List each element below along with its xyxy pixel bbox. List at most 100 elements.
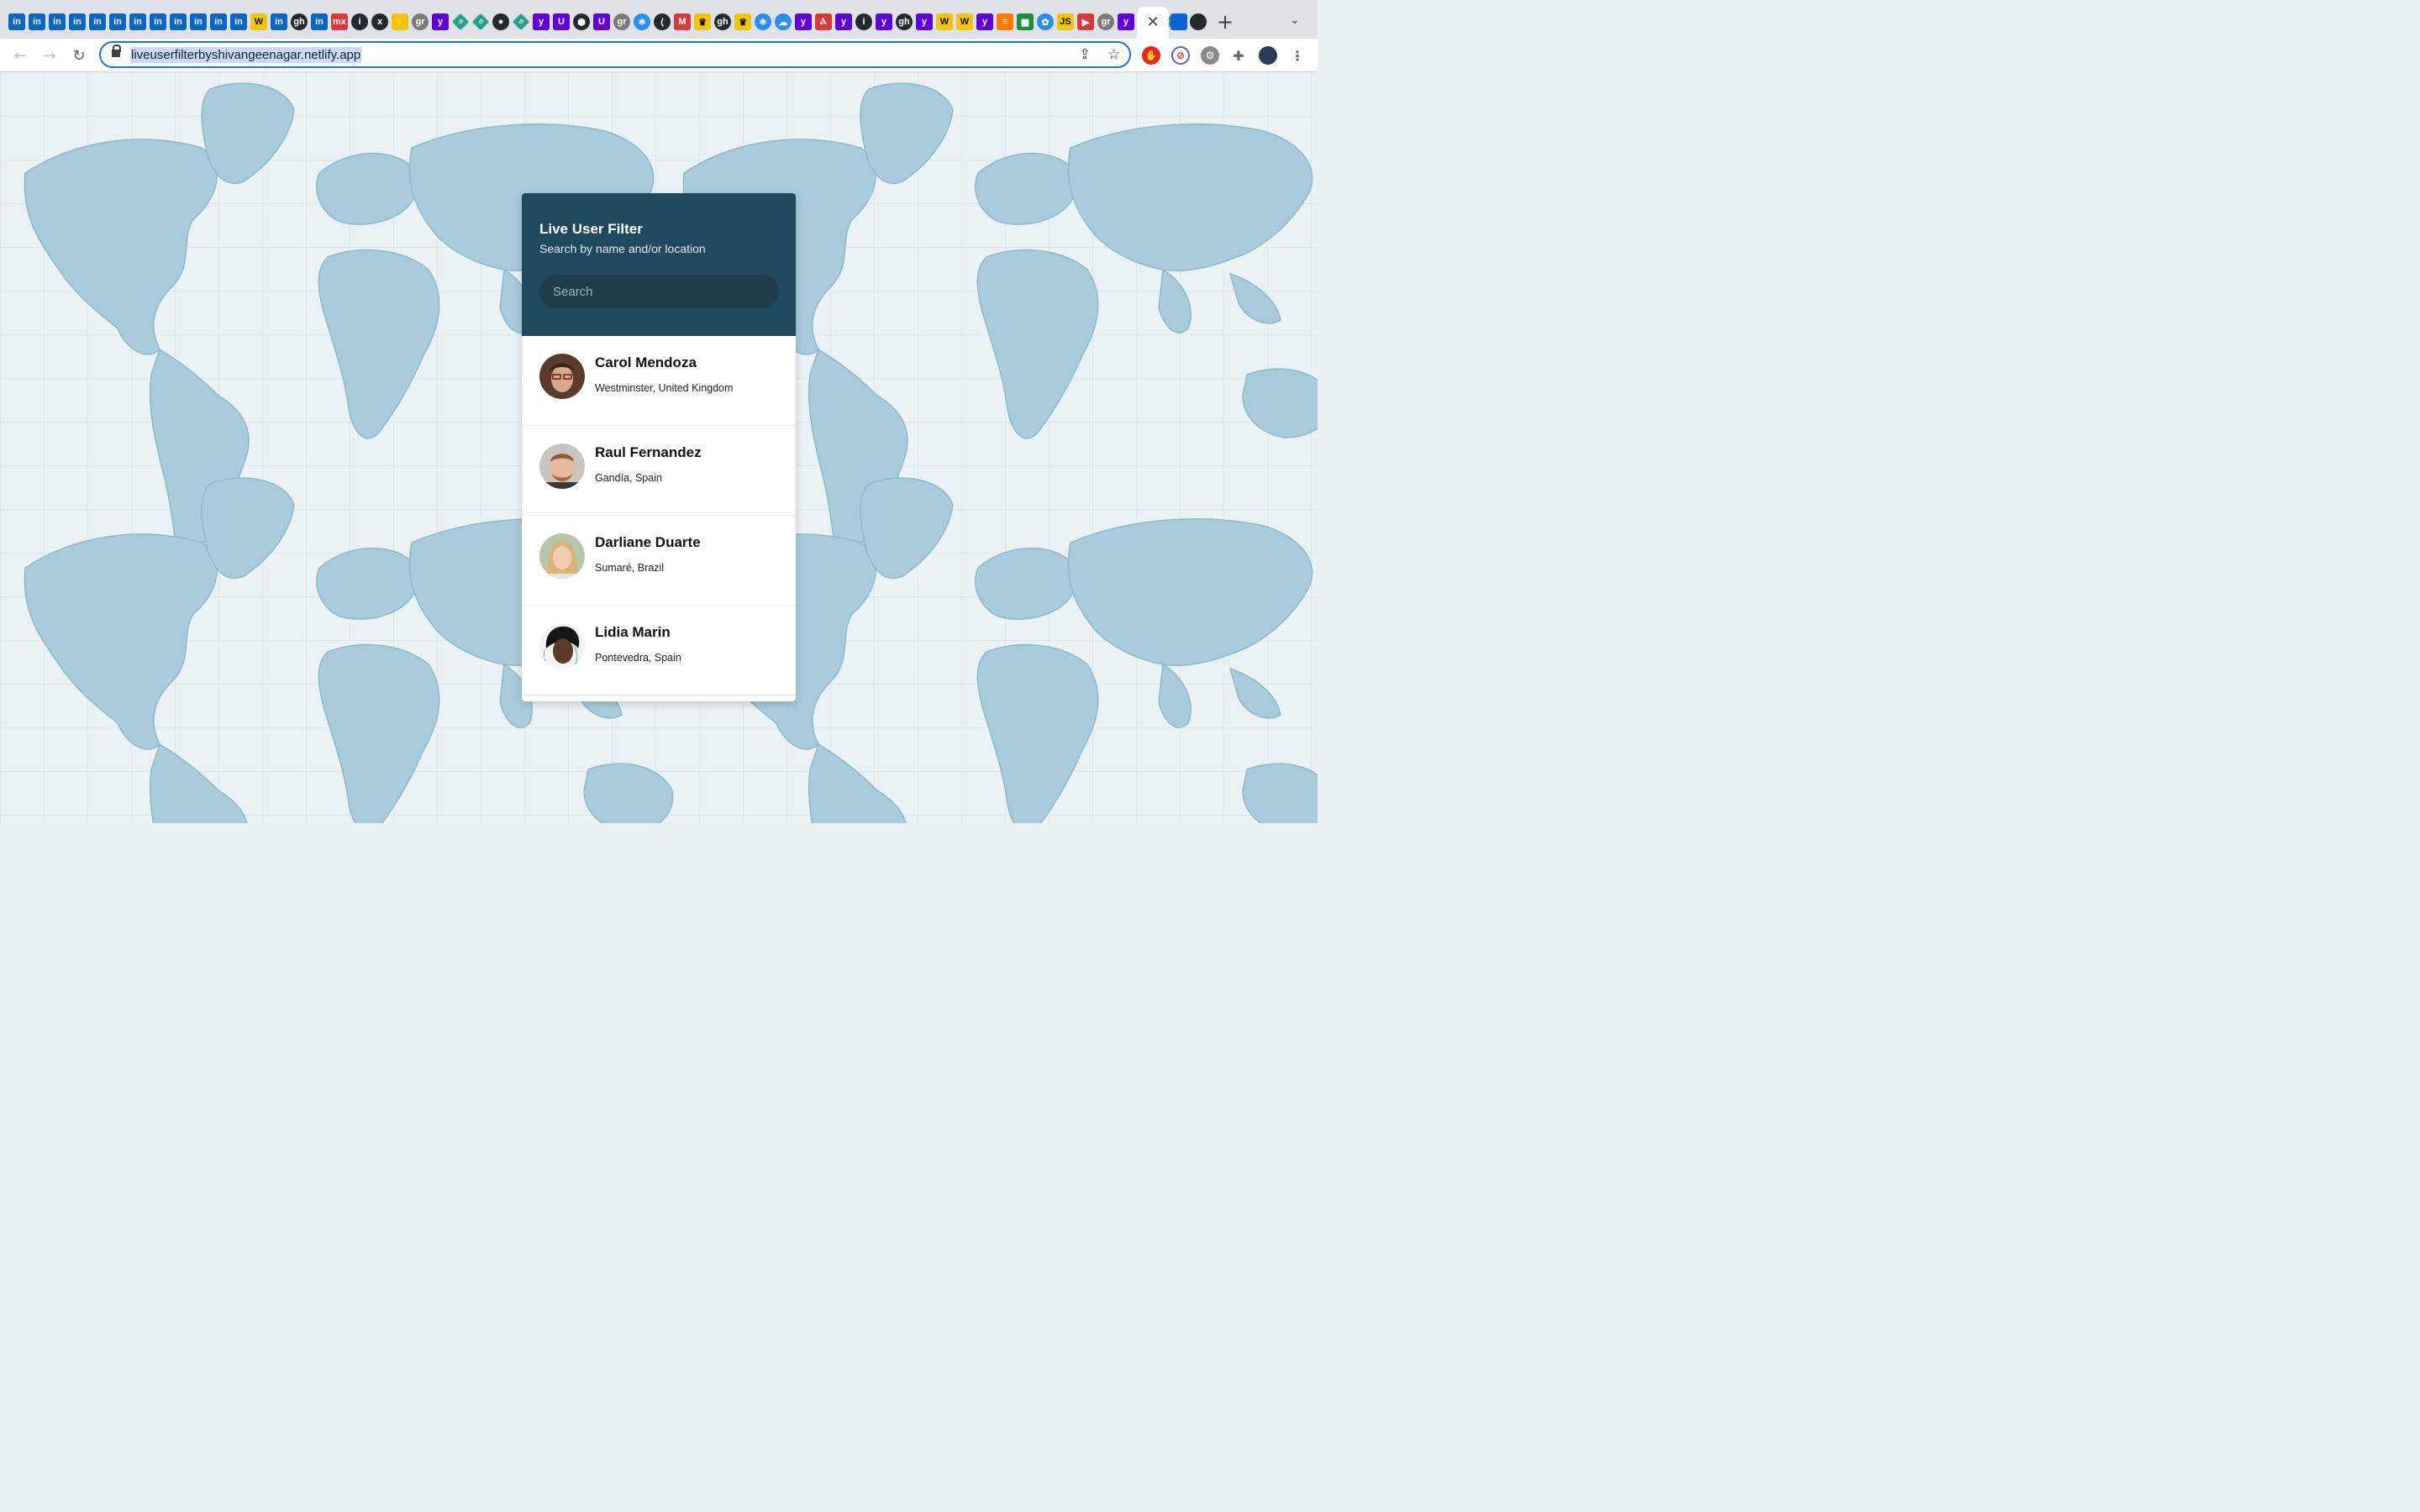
close-tab-icon[interactable]: ✕ xyxy=(1146,15,1159,30)
tab-favicon-globe-icon[interactable]: gr xyxy=(1097,13,1114,30)
tab-favicon-w-icon[interactable]: W xyxy=(250,13,267,30)
reload-icon[interactable]: ↻ xyxy=(67,44,91,67)
tab-favicon-javascript-icon[interactable]: JS xyxy=(1057,13,1074,30)
tab-favicon-react-icon[interactable]: ⚛ xyxy=(755,13,771,30)
browser-toolbar: ← → ↻ liveuserfilterbyshivangeenagar.net… xyxy=(0,39,1318,72)
tab-favicon-menu-icon[interactable]: ≡ xyxy=(997,13,1013,30)
tab-favicon-crown-icon[interactable]: ♛ xyxy=(734,13,751,30)
tab-favicon-code-icon[interactable]: ⟨ xyxy=(654,13,671,30)
user-location: Westminster, United Kingdom xyxy=(595,382,734,394)
live-user-filter-card: Live User Filter Search by name and/or l… xyxy=(522,193,796,701)
back-arrow-icon[interactable]: ← xyxy=(8,44,32,67)
tab-favicon-linkedin-icon[interactable]: in xyxy=(210,13,227,30)
tab-favicon-github-icon[interactable]: gh xyxy=(896,13,913,30)
tab-favicon-x-icon[interactable]: x xyxy=(371,13,388,30)
tab-favicon-outlook[interactable] xyxy=(1171,13,1187,30)
tab-favicon-linkedin-icon[interactable]: in xyxy=(311,13,328,30)
tab-favicon-w-icon[interactable]: W xyxy=(956,13,973,30)
tab-favicon-linkedin-icon[interactable]: in xyxy=(190,13,207,30)
avatar xyxy=(539,354,585,399)
user-name: Carol Mendoza xyxy=(595,354,697,370)
profile-avatar[interactable] xyxy=(1259,46,1277,65)
tab-favicon-yahoo-icon[interactable]: y xyxy=(835,13,852,30)
user-name: Raul Fernandez xyxy=(595,444,702,460)
app-title: Live User Filter xyxy=(539,221,643,237)
tab-favicon-github[interactable] xyxy=(1190,13,1207,30)
tab-favicon-mail-icon[interactable]: mx xyxy=(331,13,348,30)
tab-favicon-youtube-icon[interactable]: ▶ xyxy=(1077,13,1094,30)
tab-favicon-crown-icon[interactable]: ♛ xyxy=(694,13,711,30)
user-list-item: Carol Mendoza Westminster, United Kingdo… xyxy=(522,336,796,426)
user-location: Gandía, Spain xyxy=(595,472,662,484)
tab-favicon-yahoo-icon[interactable]: y xyxy=(795,13,812,30)
tab-favicon-cloud-icon[interactable]: ☁ xyxy=(775,13,792,30)
new-tab-button[interactable]: + xyxy=(1217,10,1234,34)
tab-favicon-linkedin-icon[interactable]: in xyxy=(89,13,106,30)
tab-favicon-linkedin-icon[interactable]: in xyxy=(129,13,146,30)
forward-arrow-icon[interactable]: → xyxy=(38,44,61,67)
tab-favicon-linkedin-icon[interactable]: in xyxy=(230,13,247,30)
user-location: Sumaré, Brazil xyxy=(595,562,664,574)
tab-favicon-bolt-icon[interactable]: ⚡ xyxy=(392,13,408,30)
browser-menu-icon[interactable]: ⋮ xyxy=(1288,46,1307,65)
tab-favicon-yahoo-icon[interactable]: y xyxy=(976,13,993,30)
user-name: Lidia Marin xyxy=(595,624,671,640)
tab-favicons: in in in in in in in in in in in in Win gh in mx i x ⚡ gr y t… xyxy=(8,13,1176,31)
tab-favicon-linkedin-icon[interactable]: in xyxy=(49,13,66,30)
tab-favicon-hexagon-icon[interactable]: ⬢ xyxy=(573,13,590,30)
avatar xyxy=(539,444,585,489)
tab-search-chevron-icon[interactable]: ⌄ xyxy=(1290,13,1300,27)
tab-favicon-gmail-icon[interactable]: M xyxy=(674,13,691,30)
tab-favicon-u-icon[interactable]: U xyxy=(553,13,570,30)
tab-favicon-info-icon[interactable]: i xyxy=(855,13,872,30)
tab-favicon-flower-icon[interactable]: ✿ xyxy=(1037,13,1054,30)
search-input[interactable] xyxy=(539,275,778,308)
tab-favicon-linkedin-icon[interactable]: in xyxy=(69,13,86,30)
tab-favicon-yahoo-icon[interactable]: y xyxy=(432,13,449,30)
user-list-item: Raul Fernandez Gandía, Spain xyxy=(522,426,796,516)
tab-favicon-w-icon[interactable]: W xyxy=(936,13,953,30)
tab-favicon-a-icon[interactable]: Ⲁ xyxy=(815,13,832,30)
active-tab[interactable]: ✕ xyxy=(1137,7,1169,39)
tab-favicon-yahoo-icon[interactable]: y xyxy=(876,13,892,30)
tab-favicon-u-icon[interactable]: U xyxy=(593,13,610,30)
block-extension-icon[interactable]: ⊘ xyxy=(1171,46,1190,65)
address-bar[interactable]: liveuserfilterbyshivangeenagar.netlify.a… xyxy=(99,41,1131,68)
tab-favicon-yahoo-icon[interactable]: y xyxy=(1118,13,1134,30)
tab-favicon-linkedin-icon[interactable]: in xyxy=(150,13,166,30)
tab-favicon-globe-icon[interactable]: gr xyxy=(412,13,429,30)
lock-icon[interactable] xyxy=(112,45,121,57)
tab-favicon-diamond-icon[interactable]: tl xyxy=(451,13,470,31)
bookmark-star-icon[interactable]: ☆ xyxy=(1107,46,1120,63)
avatar xyxy=(539,623,585,669)
tab-favicon-linkedin-icon[interactable]: in xyxy=(109,13,126,30)
tab-favicon-github-icon[interactable]: gh xyxy=(714,13,731,30)
user-location: Pontevedra, Spain xyxy=(595,652,681,664)
tab-favicon-yahoo-icon[interactable]: y xyxy=(916,13,933,30)
tab-favicon-grid-icon[interactable]: ▦ xyxy=(1017,13,1034,30)
tab-favicon-info-icon[interactable]: i xyxy=(351,13,368,30)
card-header: Live User Filter Search by name and/or l… xyxy=(522,193,796,336)
tab-favicon-github-icon[interactable]: gh xyxy=(291,13,308,30)
tab-favicon-react-icon[interactable]: ⚛ xyxy=(634,13,650,30)
tab-favicon-yahoo-icon[interactable]: y xyxy=(533,13,550,30)
tab-favicon-linkedin-icon[interactable]: in xyxy=(8,13,25,30)
tab-favicon-linkedin-icon[interactable]: in xyxy=(271,13,287,30)
user-list: Carol Mendoza Westminster, United Kingdo… xyxy=(522,336,796,696)
extension-gear-icon[interactable]: ⚙ xyxy=(1201,46,1219,65)
tab-favicon-diamond-icon[interactable]: tl xyxy=(471,13,490,31)
adblock-extension-icon[interactable]: ✋ xyxy=(1142,46,1160,65)
extensions-puzzle-icon[interactable]: ✚ xyxy=(1229,46,1248,65)
tab-favicon-linkedin-icon[interactable]: in xyxy=(170,13,187,30)
user-list-item: Lidia Marin Pontevedra, Spain xyxy=(522,606,796,696)
tab-favicon-linkedin-icon[interactable]: in xyxy=(29,13,45,30)
avatar xyxy=(539,533,585,579)
tab-favicon-diamond-icon[interactable]: tl xyxy=(512,13,530,31)
tab-favicon-dot-icon[interactable]: ● xyxy=(492,13,509,30)
url-text[interactable]: liveuserfilterbyshivangeenagar.netlify.a… xyxy=(130,47,362,63)
app-subtitle: Search by name and/or location xyxy=(539,242,706,255)
page-viewport: Live User Filter Search by name and/or l… xyxy=(0,72,1318,823)
tab-strip: in in in in in in in in in in in in Win gh in mx i x ⚡ gr y t… xyxy=(0,0,1318,39)
share-icon[interactable]: ⇪ xyxy=(1079,46,1091,63)
tab-favicon-globe-icon[interactable]: gr xyxy=(613,13,630,30)
